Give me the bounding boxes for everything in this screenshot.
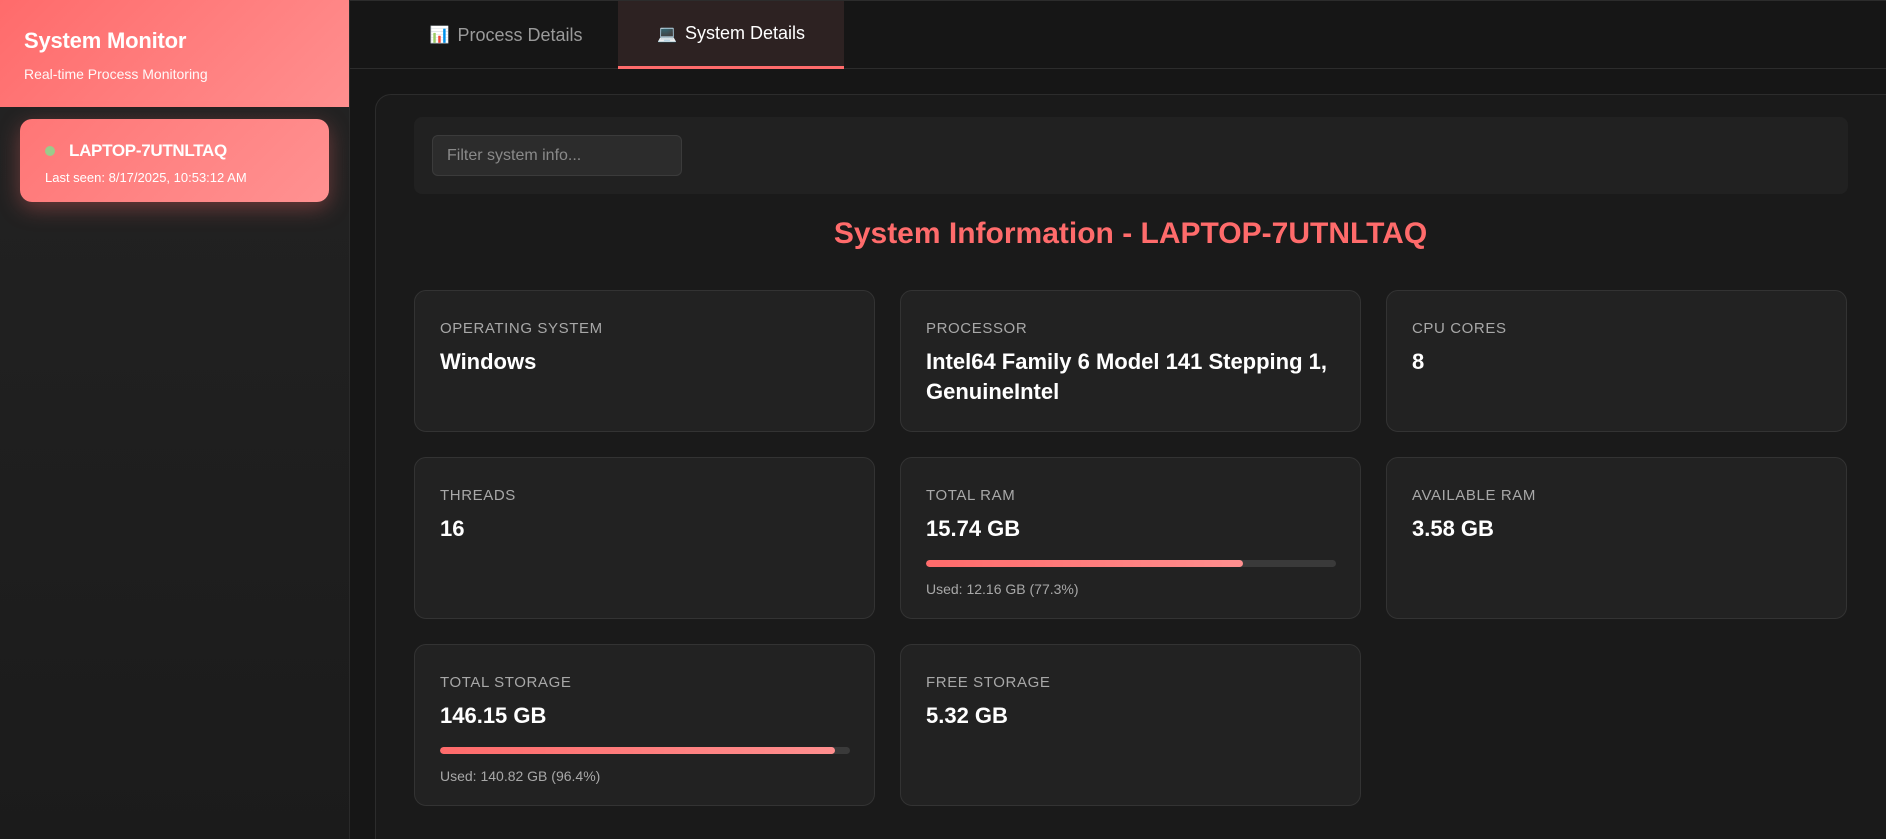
card-threads: Threads 16 bbox=[414, 457, 875, 619]
card-total-storage: Total Storage 146.15 GB Used: 140.82 GB … bbox=[414, 644, 875, 806]
card-label: Threads bbox=[440, 487, 516, 504]
card-value: Intel64 Family 6 Model 141 Stepping 1, G… bbox=[926, 349, 1328, 404]
card-value: 5.32 GB bbox=[926, 703, 1008, 728]
card-total-ram: Total RAM 15.74 GB Used: 12.16 GB (77.3%… bbox=[900, 457, 1361, 619]
card-value: 146.15 GB bbox=[440, 703, 547, 728]
storage-usage-note: Used: 140.82 GB (96.4%) bbox=[440, 768, 601, 784]
sidebar-header: System Monitor Real-time Process Monitor… bbox=[0, 0, 349, 107]
sidebar: System Monitor Real-time Process Monitor… bbox=[0, 0, 350, 839]
card-free-storage: Free Storage 5.32 GB bbox=[900, 644, 1361, 806]
app-subtitle: Real-time Process Monitoring bbox=[24, 66, 208, 82]
card-label: Total Storage bbox=[440, 674, 572, 691]
device-last-seen: Last seen: 8/17/2025, 10:53:12 AM bbox=[45, 170, 247, 185]
card-available-ram: Available RAM 3.58 GB bbox=[1386, 457, 1847, 619]
card-value: 15.74 GB bbox=[926, 516, 1021, 541]
app-title: System Monitor bbox=[24, 28, 187, 53]
card-processor: Processor Intel64 Family 6 Model 141 Ste… bbox=[900, 290, 1361, 432]
card-label: CPU Cores bbox=[1412, 320, 1507, 337]
card-label: Processor bbox=[926, 320, 1028, 337]
app-root: System Monitor Real-time Process Monitor… bbox=[0, 0, 1886, 839]
card-label: Operating System bbox=[440, 320, 603, 337]
tab-system-details[interactable]: 💻 System Details bbox=[618, 1, 844, 69]
tab-label: Process Details bbox=[457, 24, 583, 45]
tab-bar: 📊 Process Details 💻 System Details bbox=[350, 0, 1886, 69]
device-row: LAPTOP-7UTNLTAQ bbox=[45, 141, 329, 161]
ram-progress-fill bbox=[926, 560, 1243, 567]
storage-progress-bar bbox=[440, 747, 850, 754]
main-content: 📊 Process Details 💻 System Details Syste… bbox=[350, 0, 1886, 839]
tab-process-details[interactable]: 📊 Process Details bbox=[394, 1, 618, 69]
card-cpu-cores: CPU Cores 8 bbox=[1386, 290, 1847, 432]
ram-progress-bar bbox=[926, 560, 1336, 567]
panel-title: System Information - LAPTOP-7UTNLTAQ bbox=[833, 217, 1428, 250]
status-dot-icon bbox=[45, 146, 55, 156]
chart-icon: 📊 bbox=[429, 27, 450, 44]
ram-usage-note: Used: 12.16 GB (77.3%) bbox=[926, 581, 1079, 597]
tab-label: System Details bbox=[684, 23, 805, 43]
card-label: Total RAM bbox=[926, 487, 1016, 504]
storage-progress-fill bbox=[440, 747, 836, 754]
filter-input[interactable] bbox=[432, 135, 682, 176]
card-label: Available RAM bbox=[1412, 487, 1536, 504]
card-value: Windows bbox=[440, 349, 537, 374]
device-item[interactable]: LAPTOP-7UTNLTAQ Last seen: 8/17/2025, 10… bbox=[20, 119, 329, 202]
card-value: 16 bbox=[440, 516, 465, 541]
card-value: 8 bbox=[1412, 349, 1425, 374]
filter-bar bbox=[414, 117, 1848, 194]
laptop-icon: 💻 bbox=[657, 25, 677, 43]
card-value: 3.58 GB bbox=[1412, 516, 1494, 541]
device-name: LAPTOP-7UTNLTAQ bbox=[69, 141, 227, 160]
card-label: Free Storage bbox=[926, 674, 1051, 691]
card-operating-system: Operating System Windows bbox=[414, 290, 875, 432]
system-details-panel: System Information - LAPTOP-7UTNLTAQ Ope… bbox=[375, 94, 1886, 839]
